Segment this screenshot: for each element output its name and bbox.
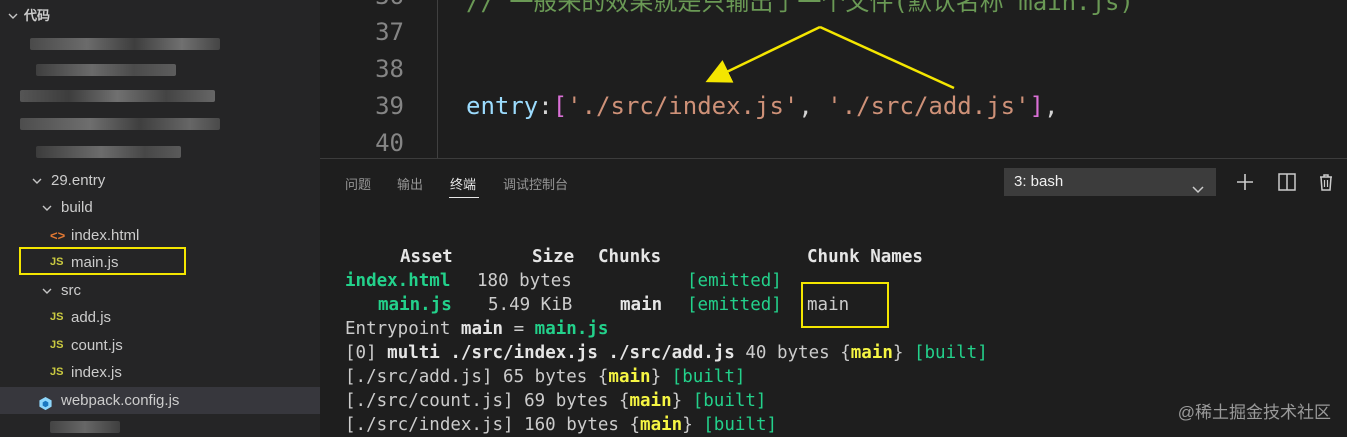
webpack-icon [38, 393, 53, 420]
folder-label: build [61, 199, 93, 216]
term-status: [emitted] [687, 295, 782, 315]
term-chunks: main [620, 295, 663, 315]
chevron-down-icon [42, 286, 52, 296]
term-text: [built] [692, 391, 767, 411]
file-index-js[interactable]: JS index.js [0, 359, 320, 386]
term-text: [built] [671, 367, 746, 387]
terminal-select[interactable]: 3: bash [1004, 168, 1216, 196]
file-label: count.js [71, 337, 123, 354]
term-header-chunk-names: Chunk Names [807, 247, 923, 267]
term-text: [./src/add.js] [345, 367, 493, 387]
term-header-asset: Asset [400, 247, 453, 267]
tab-output[interactable]: 输出 [397, 174, 423, 193]
term-text: 69 bytes [513, 391, 619, 411]
file-webpack-config[interactable]: webpack.config.js [0, 387, 320, 414]
term-asset: index.html [345, 271, 451, 291]
file-label: index.js [71, 364, 122, 381]
term-text: [0] [345, 343, 388, 363]
explorer-root-folder[interactable]: 代码 [0, 2, 320, 29]
term-text: 40 bytes [734, 343, 841, 363]
term-size: 180 bytes [477, 271, 572, 291]
folder-label: src [61, 282, 81, 299]
root-folder-label: 代码 [24, 8, 51, 23]
term-asset: main.js [378, 295, 452, 315]
term-text: 65 bytes [492, 367, 598, 387]
bottom-panel: 问题 输出 终端 调试控制台 3: bash Asset Size Chunks… [320, 158, 1347, 437]
term-module-line: [./src/add.js] 65 bytes {main} [built] [345, 367, 746, 387]
file-label: index.html [71, 227, 140, 244]
term-text: = [503, 319, 535, 339]
js-file-icon: JS [50, 366, 64, 378]
js-file-icon: JS [50, 311, 64, 323]
term-text: main [850, 343, 893, 363]
term-text: multi ./src/index.js ./src/add.js [387, 343, 735, 363]
term-text: [./src/index.js] [345, 415, 514, 435]
folder-src[interactable]: src [0, 277, 320, 304]
term-text: Entrypoint [345, 319, 461, 339]
plus-icon[interactable] [1234, 171, 1256, 193]
term-text: [built] [703, 415, 778, 435]
annotation-highlight-box [801, 282, 889, 328]
split-terminal-icon[interactable] [1276, 171, 1298, 193]
file-count-js[interactable]: JS count.js [0, 332, 320, 359]
term-header-size: Size [532, 247, 575, 267]
chevron-down-icon [1192, 177, 1204, 205]
code-editor[interactable]: 36 37 38 39 40 // 一般来的效果就是只输出了一个文件(默认名称 … [320, 0, 1347, 158]
js-file-icon: JS [50, 339, 64, 351]
term-text: main [460, 319, 504, 339]
term-module-line: [./src/index.js] 160 bytes {main} [built… [345, 415, 778, 435]
file-label: add.js [71, 309, 112, 326]
watermark: @稀土掘金技术社区 [1177, 403, 1331, 422]
term-header-chunks: Chunks [598, 247, 662, 267]
term-size: 5.49 KiB [488, 295, 573, 315]
term-text: main.js [534, 319, 609, 339]
annotation-highlight-box [19, 247, 186, 275]
term-module-line: [./src/count.js] 69 bytes {main} [built] [345, 391, 767, 411]
term-text: [built] [913, 343, 988, 363]
file-add-js[interactable]: JS add.js [0, 304, 320, 331]
active-tab-indicator [449, 197, 479, 198]
annotation-arrows [705, 25, 955, 90]
trash-icon[interactable] [1315, 171, 1337, 193]
folder-29-entry[interactable]: 29.entry [0, 167, 320, 194]
html-file-icon: <> [50, 228, 66, 243]
term-text: main [608, 367, 651, 387]
explorer-sidebar: 代码 29.entry build <> index.html JS main.… [0, 0, 320, 437]
folder-label: 29.entry [51, 172, 106, 189]
term-text: main [640, 415, 683, 435]
chevron-down-icon [42, 203, 52, 213]
chevron-down-icon [32, 176, 42, 186]
file-index-html[interactable]: <> index.html [0, 222, 320, 249]
chevron-down-icon [8, 11, 18, 21]
term-text: [./src/count.js] [345, 391, 514, 411]
term-text: 160 bytes [513, 415, 630, 435]
tab-problems[interactable]: 问题 [345, 174, 371, 193]
term-module-line: [0] multi ./src/index.js ./src/add.js 40… [345, 343, 988, 363]
folder-build[interactable]: build [0, 194, 320, 221]
tab-terminal[interactable]: 终端 [450, 174, 476, 193]
terminal-select-value: 3: bash [1014, 173, 1064, 190]
file-label: webpack.config.js [61, 392, 180, 409]
term-status: [emitted] [687, 271, 782, 291]
tab-debug-console[interactable]: 调试控制台 [503, 174, 568, 193]
term-entrypoint: Entrypoint main = main.js [345, 317, 608, 341]
term-text: main [629, 391, 672, 411]
